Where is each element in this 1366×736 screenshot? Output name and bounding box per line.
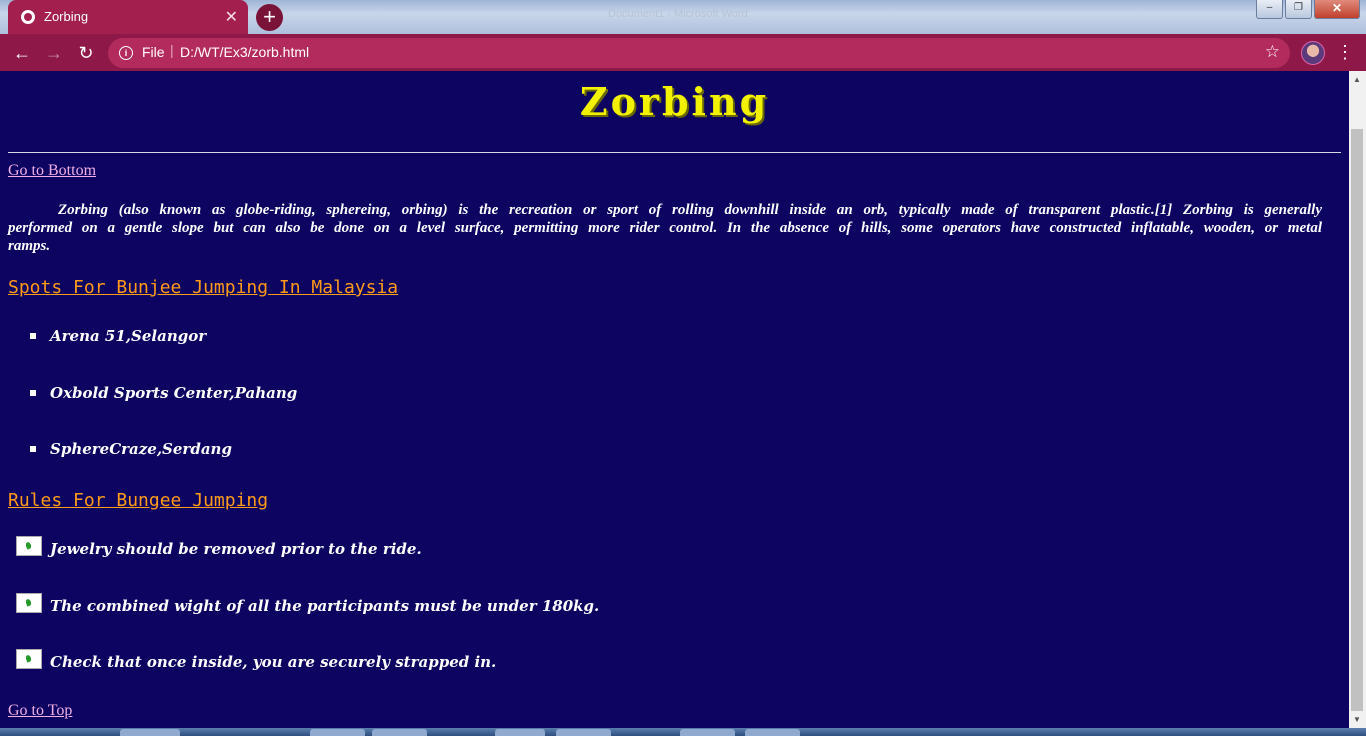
rules-heading: Rules For Bungee Jumping (8, 490, 269, 511)
square-bullet-icon (30, 390, 36, 396)
spots-heading: Spots For Bunjee Jumping In Malaysia (8, 277, 399, 298)
address-bar[interactable]: i File | D:/WT/Ex3/zorb.html ☆ (108, 38, 1290, 68)
leaf-bullet-icon (16, 649, 42, 669)
intro-paragraph: Zorbing (also known as globe-riding, sph… (8, 202, 1322, 254)
go-to-bottom-link[interactable]: Go to Bottom (8, 162, 96, 180)
bookmark-star-icon[interactable]: ☆ (1265, 42, 1280, 62)
taskbar-button[interactable] (745, 729, 800, 736)
info-icon[interactable]: i (119, 46, 133, 60)
rule-item: The combined wight of all the participan… (50, 597, 600, 615)
address-url[interactable]: D:/WT/Ex3/zorb.html (180, 44, 309, 60)
address-separator: | (170, 42, 174, 58)
page-title: Zorbing (579, 79, 770, 124)
taskbar-button[interactable] (556, 729, 611, 736)
close-tab-icon[interactable]: ✕ (225, 7, 238, 27)
back-arrow-icon[interactable]: ← (9, 40, 35, 66)
taskbar (0, 728, 1366, 736)
new-tab-button[interactable]: + (256, 4, 283, 31)
rule-item: Jewelry should be removed prior to the r… (50, 540, 422, 558)
leaf-bullet-icon (16, 593, 42, 613)
rule-item: Check that once inside, you are securely… (50, 653, 497, 671)
taskbar-button[interactable] (372, 729, 427, 736)
square-bullet-icon (30, 446, 36, 452)
spot-item: SphereCraze,Serdang (50, 440, 232, 458)
tab-title: Zorbing (44, 9, 89, 24)
go-to-top-link[interactable]: Go to Top (8, 702, 72, 720)
browser-tab[interactable]: Zorbing ✕ (8, 0, 248, 34)
forward-arrow-icon[interactable]: → (41, 40, 67, 66)
minimize-button[interactable]: – (1256, 0, 1283, 19)
taskbar-button[interactable] (495, 729, 545, 736)
vertical-scrollbar[interactable]: ▲ ▼ (1349, 71, 1366, 728)
scroll-up-icon[interactable]: ▲ (1353, 75, 1361, 84)
scroll-down-icon[interactable]: ▼ (1353, 715, 1361, 724)
taskbar-button[interactable] (680, 729, 735, 736)
window-controls: – ❐ ✕ (1256, 0, 1360, 19)
more-menu-icon[interactable]: ⋮ (1336, 40, 1354, 64)
square-bullet-icon (30, 333, 36, 339)
browser-toolbar: ← → ↻ i File | D:/WT/Ex3/zorb.html ☆ ⋮ (0, 34, 1366, 71)
window-title: Document1 - Microsoft Word (608, 8, 748, 20)
address-scheme: File (142, 44, 165, 60)
page-viewport: Zorbing Go to Bottom Zorbing (also known… (0, 71, 1349, 728)
scrollbar-thumb[interactable] (1351, 129, 1363, 711)
profile-avatar[interactable] (1301, 41, 1325, 65)
taskbar-button[interactable] (310, 729, 365, 736)
leaf-bullet-icon (16, 536, 42, 556)
taskbar-button[interactable] (120, 729, 180, 736)
globe-icon (21, 10, 35, 24)
maximize-button[interactable]: ❐ (1285, 0, 1312, 19)
reload-icon[interactable]: ↻ (73, 40, 99, 66)
spot-item: Arena 51,Selangor (50, 327, 207, 345)
spot-item: Oxbold Sports Center,Pahang (50, 384, 298, 402)
divider (8, 152, 1341, 153)
close-window-button[interactable]: ✕ (1314, 0, 1360, 19)
window-titlebar: Zorbing ✕ + Document1 - Microsoft Word –… (0, 0, 1366, 34)
